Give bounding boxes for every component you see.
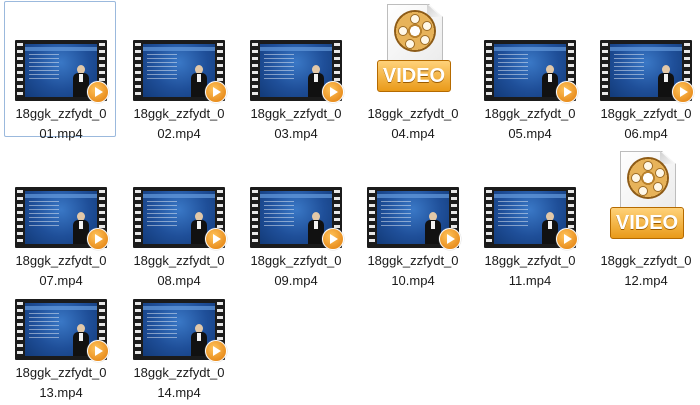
video-thumbnail <box>133 187 227 250</box>
play-icon <box>556 81 578 103</box>
generic-video-file-icon: VIDEO <box>377 2 451 96</box>
play-icon <box>205 228 227 250</box>
file-name: 18ggk_zzfydt_0 03.mp4 <box>250 106 342 141</box>
file-item[interactable]: 18ggk_zzfydt_0 11.mp4 <box>473 148 585 288</box>
video-badge: VIDEO <box>377 60 451 92</box>
video-badge: VIDEO <box>610 207 684 239</box>
video-thumbnail <box>367 187 461 250</box>
file-item[interactable]: 18ggk_zzfydt_0 03.mp4 <box>239 1 351 141</box>
video-thumbnail <box>484 187 578 250</box>
video-thumbnail <box>133 40 227 103</box>
file-name: 18ggk_zzfydt_0 02.mp4 <box>133 106 225 141</box>
file-item[interactable]: 18ggk_zzfydt_0 01.mp4 <box>4 1 116 141</box>
file-name: 18ggk_zzfydt_0 10.mp4 <box>367 253 459 288</box>
play-icon <box>205 340 227 362</box>
file-name: 18ggk_zzfydt_0 05.mp4 <box>484 106 576 141</box>
video-thumbnail <box>484 40 578 103</box>
file-name: 18ggk_zzfydt_0 13.mp4 <box>15 365 107 400</box>
play-icon <box>439 228 461 250</box>
video-thumbnail <box>15 187 109 250</box>
file-item[interactable]: VIDEO 18ggk_zzfydt_0 12.mp4 <box>589 148 700 288</box>
file-item[interactable]: 18ggk_zzfydt_0 06.mp4 <box>589 1 700 141</box>
file-grid: 18ggk_zzfydt_0 01.mp4 18ggk_zzfydt_0 02.mp… <box>0 0 700 405</box>
video-thumbnail <box>15 299 109 362</box>
generic-video-file-icon: VIDEO <box>610 149 684 243</box>
file-name: 18ggk_zzfydt_0 12.mp4 <box>600 253 692 288</box>
video-thumbnail <box>600 40 694 103</box>
file-name: 18ggk_zzfydt_0 14.mp4 <box>133 365 225 400</box>
file-item[interactable]: 18ggk_zzfydt_0 13.mp4 <box>4 260 116 400</box>
play-icon <box>87 228 109 250</box>
play-icon <box>322 81 344 103</box>
file-item[interactable]: 18ggk_zzfydt_0 09.mp4 <box>239 148 351 288</box>
play-icon <box>87 81 109 103</box>
file-item[interactable]: 18ggk_zzfydt_0 14.mp4 <box>122 260 234 400</box>
file-item[interactable]: 18ggk_zzfydt_0 02.mp4 <box>122 1 234 141</box>
video-thumbnail <box>133 299 227 362</box>
file-name: 18ggk_zzfydt_0 01.mp4 <box>15 106 107 141</box>
file-name: 18ggk_zzfydt_0 11.mp4 <box>484 253 576 288</box>
file-name: 18ggk_zzfydt_0 04.mp4 <box>367 106 459 141</box>
file-name: 18ggk_zzfydt_0 06.mp4 <box>600 106 692 141</box>
play-icon <box>556 228 578 250</box>
video-thumbnail <box>250 40 344 103</box>
file-item[interactable]: 18ggk_zzfydt_0 05.mp4 <box>473 1 585 141</box>
film-reel-icon <box>394 10 436 52</box>
file-item[interactable]: 18ggk_zzfydt_0 10.mp4 <box>356 148 468 288</box>
file-item[interactable]: VIDEO 18ggk_zzfydt_0 04.mp4 <box>356 1 468 141</box>
file-name: 18ggk_zzfydt_0 09.mp4 <box>250 253 342 288</box>
play-icon <box>87 340 109 362</box>
film-reel-icon <box>627 157 669 199</box>
play-icon <box>672 81 694 103</box>
play-icon <box>322 228 344 250</box>
video-thumbnail <box>250 187 344 250</box>
video-thumbnail <box>15 40 109 103</box>
play-icon <box>205 81 227 103</box>
